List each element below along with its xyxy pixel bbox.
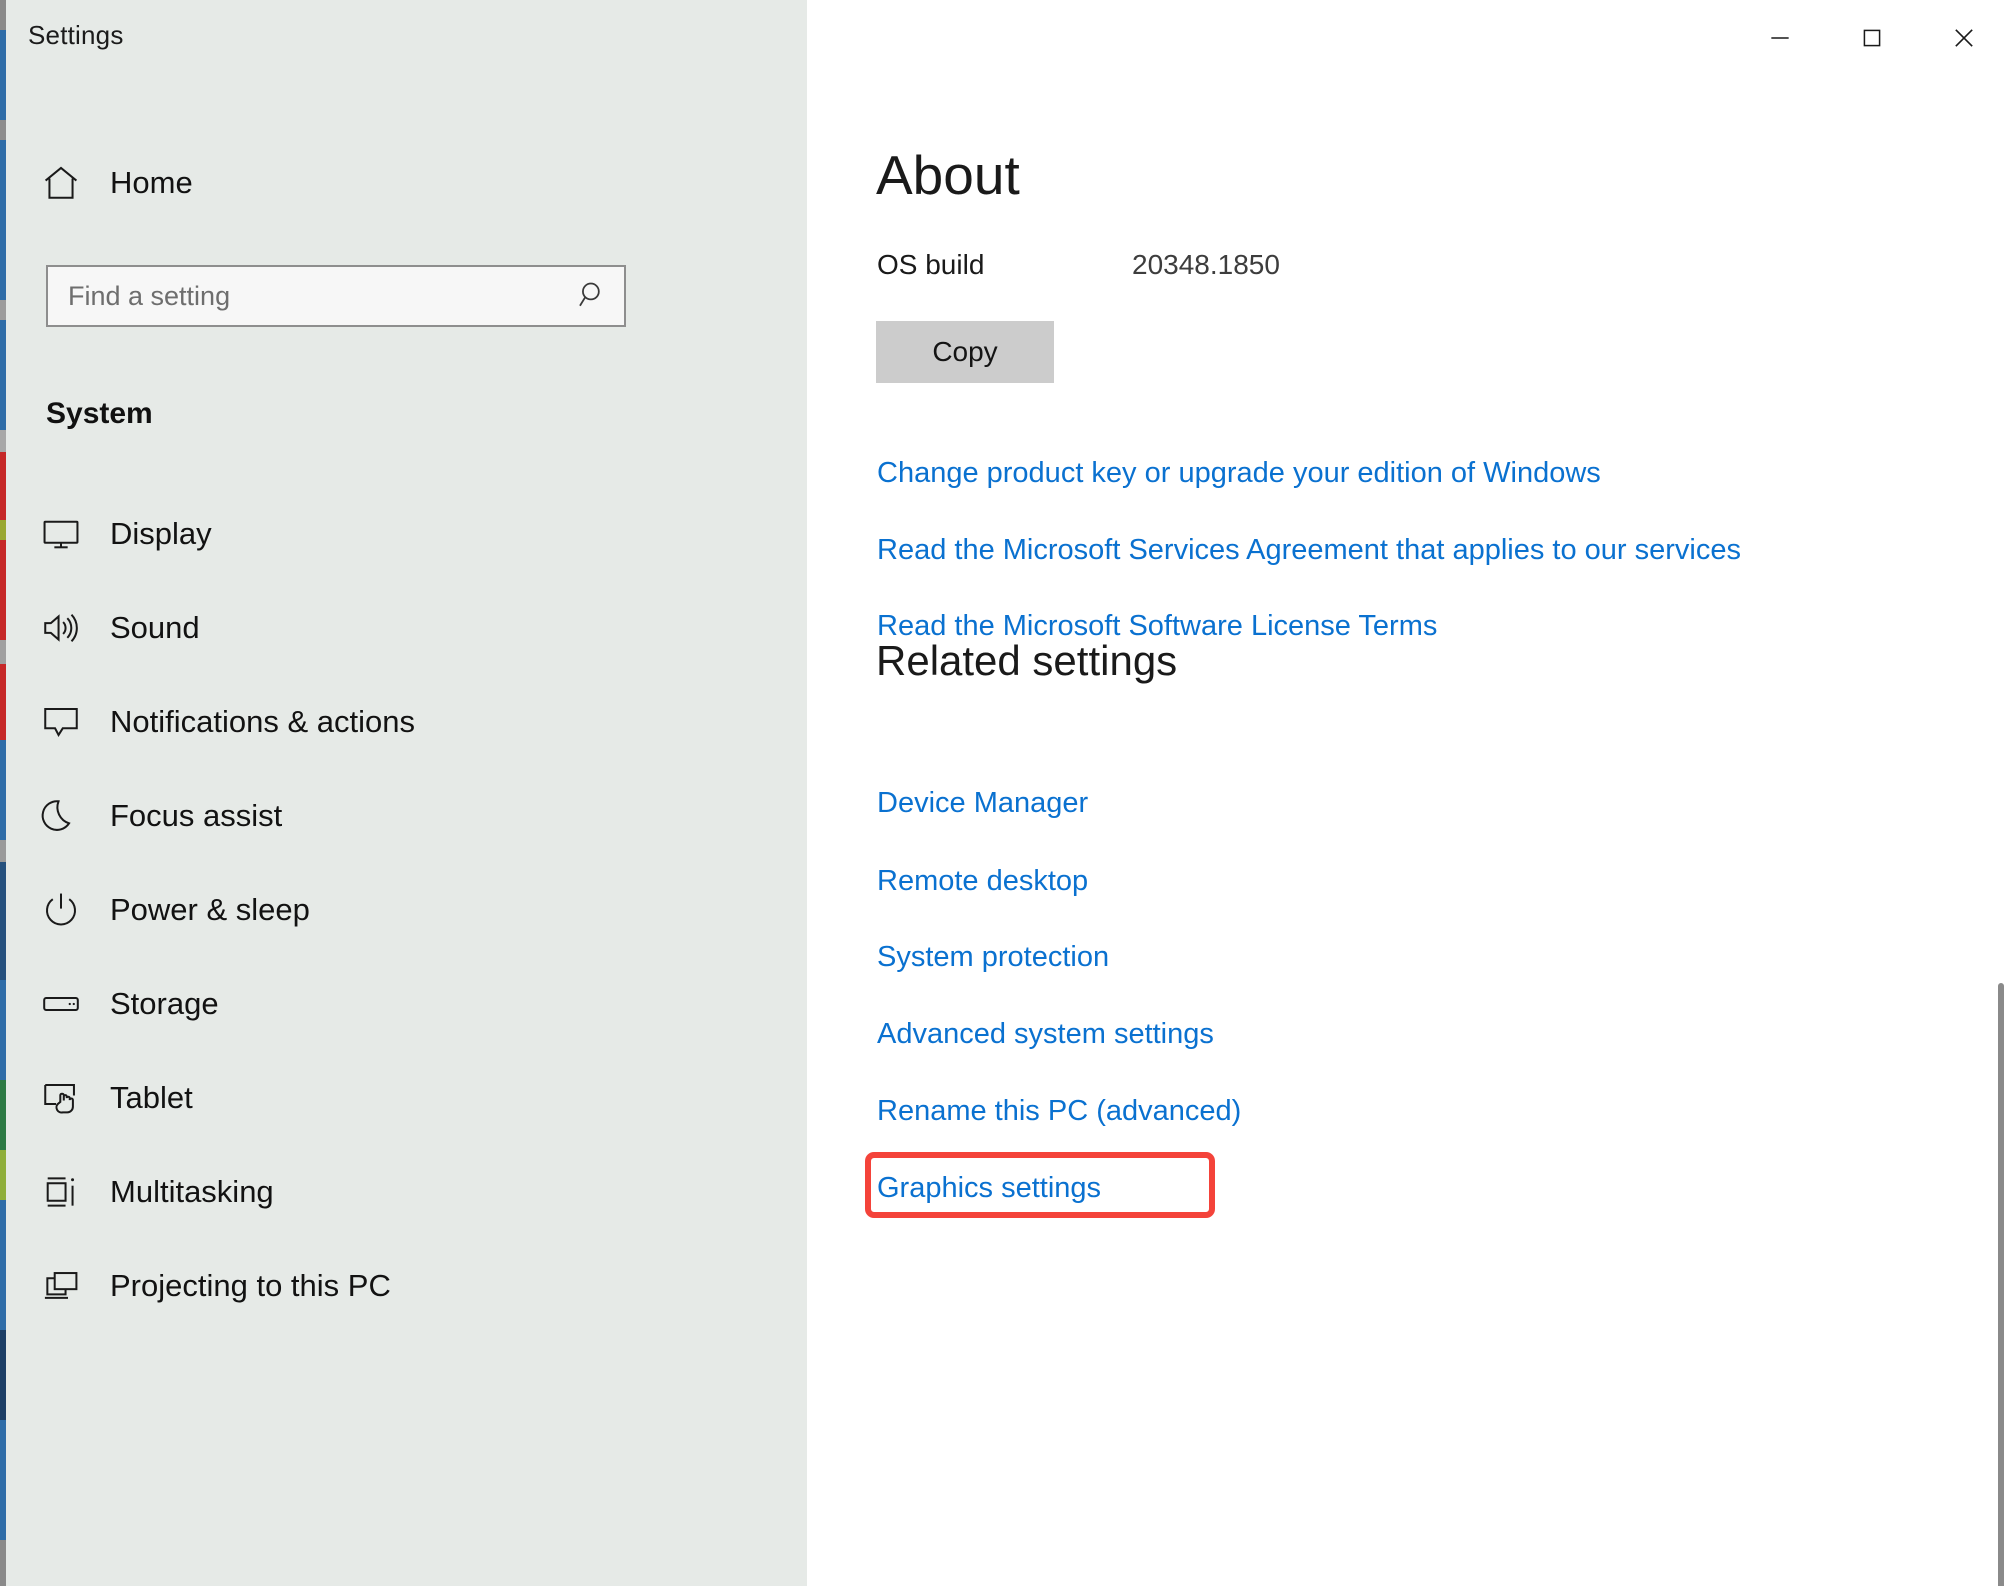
sidebar-item-multitasking-label: Multitasking — [110, 1174, 274, 1209]
os-build-row: OS build 20348.1850 — [877, 249, 1577, 281]
link-advanced-system-settings[interactable]: Advanced system settings — [877, 1018, 1214, 1051]
sidebar-section-title: System — [46, 397, 153, 430]
link-services-agreement[interactable]: Read the Microsoft Services Agreement th… — [877, 534, 1741, 567]
sidebar-item-focus-assist-label: Focus assist — [110, 798, 283, 833]
app-title: Settings — [28, 20, 124, 50]
link-device-manager[interactable]: Device Manager — [877, 787, 1088, 820]
sidebar-item-projecting-label: Projecting to this PC — [110, 1268, 391, 1303]
sidebar-item-home[interactable]: Home — [20, 152, 720, 214]
sidebar-item-power-sleep-label: Power & sleep — [110, 892, 310, 927]
content-scrollbar[interactable] — [1992, 78, 2010, 1586]
power-icon — [38, 887, 84, 933]
sidebar-item-focus-assist[interactable]: Focus assist — [20, 787, 780, 845]
settings-sidebar: Settings Home System — [6, 0, 807, 1586]
sidebar-item-notifications[interactable]: Notifications & actions — [20, 693, 780, 751]
tablet-touch-icon — [38, 1075, 84, 1121]
sidebar-item-power-sleep[interactable]: Power & sleep — [20, 881, 780, 939]
about-page: About OS build 20348.1850 Copy Change pr… — [807, 0, 2010, 1586]
sidebar-item-display-label: Display — [110, 516, 212, 551]
sidebar-nav-list: Display Sound Notifications & actions Fo… — [20, 505, 780, 1351]
moon-icon — [38, 793, 84, 839]
sidebar-item-tablet[interactable]: Tablet — [20, 1069, 780, 1127]
maximize-icon — [1859, 25, 1885, 54]
related-settings-title: Related settings — [876, 637, 1178, 684]
search-button[interactable] — [562, 267, 624, 325]
minimize-button[interactable] — [1734, 0, 1826, 78]
link-change-product-key[interactable]: Change product key or upgrade your editi… — [877, 457, 1601, 490]
sidebar-item-sound[interactable]: Sound — [20, 599, 780, 657]
sidebar-item-multitasking[interactable]: Multitasking — [20, 1163, 780, 1221]
link-remote-desktop[interactable]: Remote desktop — [877, 865, 1088, 898]
sidebar-item-tablet-label: Tablet — [110, 1080, 193, 1115]
sidebar-item-home-label: Home — [110, 165, 193, 200]
os-build-value: 20348.1850 — [1132, 249, 1280, 280]
sidebar-item-sound-label: Sound — [110, 610, 200, 645]
window-controls — [1734, 0, 2010, 78]
minimize-icon — [1767, 25, 1793, 54]
link-rename-this-pc[interactable]: Rename this PC (advanced) — [877, 1095, 1241, 1128]
copy-button[interactable]: Copy — [876, 321, 1054, 383]
sidebar-item-projecting[interactable]: Projecting to this PC — [20, 1257, 780, 1315]
link-system-protection[interactable]: System protection — [877, 941, 1109, 974]
maximize-button[interactable] — [1826, 0, 1918, 78]
link-graphics-settings[interactable]: Graphics settings — [877, 1172, 1101, 1205]
sidebar-item-storage-label: Storage — [110, 986, 219, 1021]
speaker-icon — [38, 605, 84, 651]
home-icon — [38, 160, 84, 206]
sidebar-item-display[interactable]: Display — [20, 505, 780, 563]
sidebar-item-notifications-label: Notifications & actions — [110, 704, 415, 739]
scrollbar-thumb[interactable] — [1998, 983, 2004, 1586]
multitasking-icon — [38, 1169, 84, 1215]
close-button[interactable] — [1918, 0, 2010, 78]
sidebar-item-storage[interactable]: Storage — [20, 975, 780, 1033]
speech-bubble-icon — [38, 699, 84, 745]
project-screen-icon — [38, 1263, 84, 1309]
settings-window: Settings Home System — [0, 0, 2010, 1586]
drive-icon — [38, 981, 84, 1027]
os-build-label: OS build — [877, 249, 985, 280]
search-icon — [576, 278, 610, 315]
monitor-icon — [38, 511, 84, 557]
search-box[interactable] — [46, 265, 626, 327]
close-icon — [1950, 24, 1978, 55]
search-input[interactable] — [48, 267, 562, 325]
page-title: About — [876, 144, 1020, 206]
